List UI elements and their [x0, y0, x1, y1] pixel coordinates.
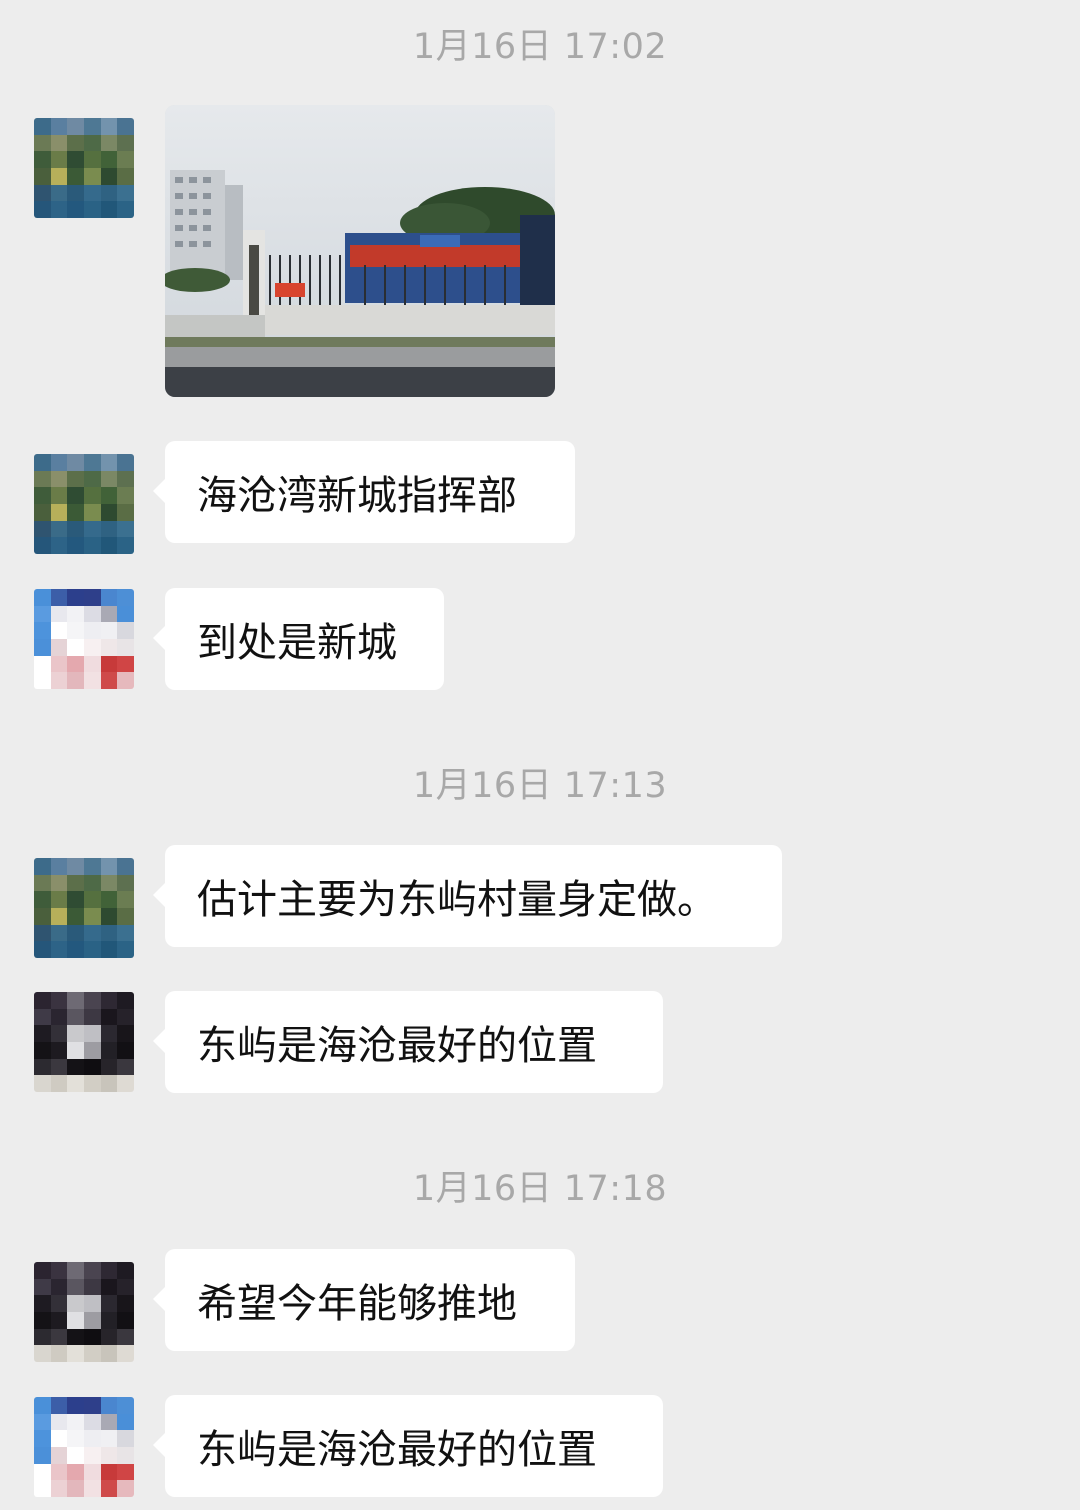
message-bubble[interactable]: 估计主要为东屿村量身定做。 [153, 845, 782, 947]
message-text: 估计主要为东屿村量身定做。 [197, 877, 717, 923]
timestamp: 1月16日 17:18 [412, 1169, 668, 1209]
avatar[interactable] [34, 589, 134, 689]
avatar[interactable] [34, 1262, 134, 1362]
timestamp: 1月16日 17:02 [412, 27, 668, 67]
avatar[interactable] [34, 992, 134, 1092]
message-text: 东屿是海沧最好的位置 [197, 1023, 597, 1069]
avatar[interactable] [34, 858, 134, 958]
message-text: 海沧湾新城指挥部 [197, 473, 517, 519]
avatar[interactable] [34, 118, 134, 218]
message-text: 到处是新城 [197, 620, 397, 666]
message-bubble[interactable]: 东屿是海沧最好的位置 [153, 991, 663, 1093]
message-bubble[interactable]: 希望今年能够推地 [153, 1249, 575, 1351]
message-text: 希望今年能够推地 [197, 1281, 517, 1327]
message-bubble[interactable]: 海沧湾新城指挥部 [153, 441, 575, 543]
message-bubble[interactable]: 东屿是海沧最好的位置 [153, 1395, 663, 1497]
shared-photo[interactable] [165, 105, 555, 397]
message-text: 东屿是海沧最好的位置 [197, 1427, 597, 1473]
avatar[interactable] [34, 454, 134, 554]
avatar[interactable] [34, 1397, 134, 1497]
message-bubble[interactable]: 到处是新城 [153, 588, 444, 690]
timestamp: 1月16日 17:13 [412, 766, 668, 806]
